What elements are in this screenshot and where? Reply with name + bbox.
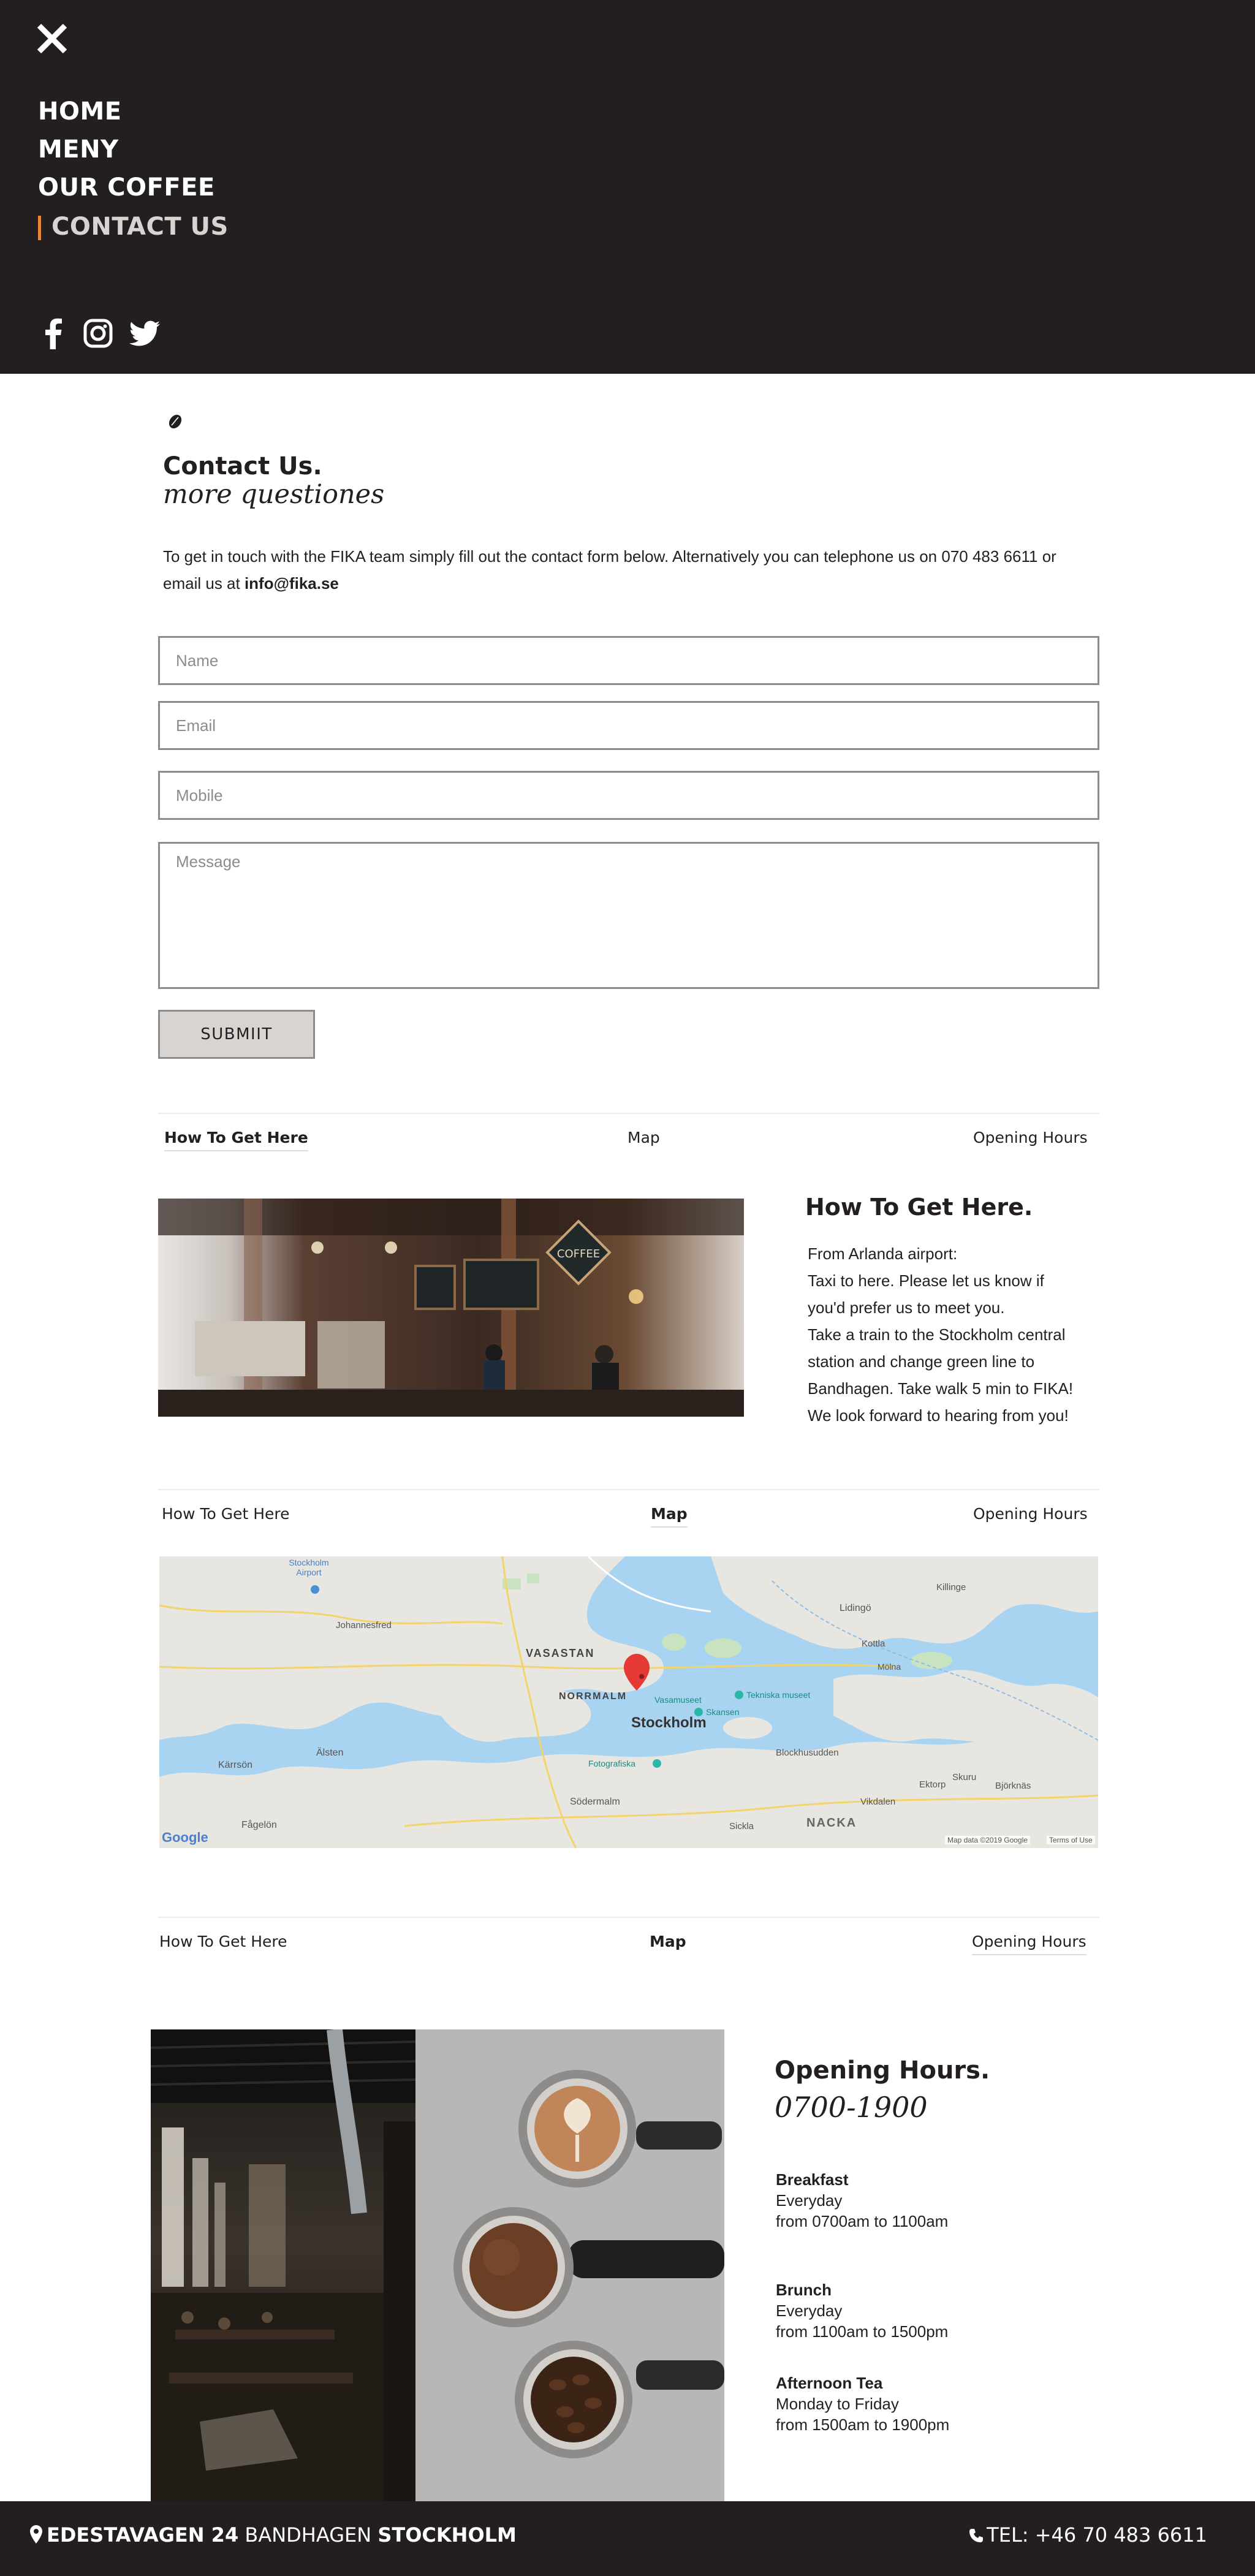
map-label-stockholm: Stockholm xyxy=(631,1714,707,1731)
tab-opening-hours[interactable]: Opening Hours xyxy=(973,1505,1088,1526)
tab-map[interactable]: Map xyxy=(628,1129,660,1150)
footer-area: BANDHAGEN xyxy=(238,2523,378,2547)
location-map[interactable]: Stockholm NORRMALM VASASTAN Stockholm Ai… xyxy=(159,1556,1098,1848)
contact-title: Contact Us. xyxy=(163,452,322,480)
footer-address: EDESTAVAGEN 24 BANDHAGEN STOCKHOLM xyxy=(29,2523,517,2547)
submit-button[interactable]: SUBMIIT xyxy=(158,1010,315,1059)
phone-icon xyxy=(969,2529,984,2542)
map-terms-link[interactable]: Terms of Use xyxy=(1047,1836,1095,1844)
map-label-skansen: Skansen xyxy=(706,1707,740,1717)
map-label-tekniska: Tekniska museet xyxy=(746,1690,811,1700)
tabs-divider xyxy=(158,1113,1099,1114)
cafe-hall-photo xyxy=(151,2029,415,2501)
nav-item-our-coffee[interactable]: OUR COFFEE xyxy=(38,173,215,202)
map-attribution: Map data ©2019 Google xyxy=(945,1836,1030,1844)
cafe-sign-text: COFFEE xyxy=(557,1248,600,1260)
directions-line: Take a train to the Stockholm central xyxy=(808,1325,1066,1344)
tab-how-to-get-here[interactable]: How To Get Here xyxy=(164,1129,308,1151)
footer-phone[interactable]: TEL: +46 70 483 6611 xyxy=(968,2523,1207,2547)
map-label-molna: Mölna xyxy=(878,1662,901,1672)
map-label-norrmalm: NORRMALM xyxy=(559,1691,628,1702)
tab-how-to-get-here[interactable]: How To Get Here xyxy=(162,1505,290,1526)
footer-city: STOCKHOLM xyxy=(377,2523,517,2547)
map-label-skuru: Skuru xyxy=(952,1772,977,1782)
meal-name: Breakfast xyxy=(776,2170,849,2189)
map-label-lidingo: Lidingö xyxy=(840,1603,871,1613)
mobile-field[interactable] xyxy=(158,771,1099,820)
footer-street: EDESTAVAGEN 24 xyxy=(47,2523,239,2547)
map-label-fotografiska: Fotografiska xyxy=(588,1759,636,1768)
meal-hours: from 1100am to 1500pm xyxy=(776,2322,949,2341)
map-label-sodermalm: Södermalm xyxy=(570,1797,620,1807)
facebook-icon[interactable] xyxy=(36,315,72,352)
map-label-karrson: Kärrsön xyxy=(218,1760,253,1770)
tab-opening-hours[interactable]: Opening Hours xyxy=(972,1933,1086,1955)
google-logo: Google xyxy=(162,1830,208,1845)
meal-days: Monday to Friday xyxy=(776,2395,899,2413)
map-label-killinge: Killinge xyxy=(936,1582,966,1593)
map-label-nacka: NACKA xyxy=(806,1816,857,1830)
map-label-vasamuseet: Vasamuseet xyxy=(654,1695,702,1705)
nav-item-contact-us[interactable]: CONTACT US xyxy=(51,212,229,241)
map-pin-icon xyxy=(30,2525,42,2544)
meal-days: Everyday xyxy=(776,2191,843,2210)
contact-subtitle: more questiones xyxy=(163,479,385,510)
meal-hours: from 1500am to 1900pm xyxy=(776,2415,950,2434)
email-field[interactable] xyxy=(158,701,1099,750)
map-label-airport: Stockholm Airport xyxy=(289,1558,329,1577)
directions-line: Taxi to here. Please let us know if xyxy=(808,1271,1044,1290)
tabs-divider xyxy=(158,1489,1099,1490)
meal-days: Everyday xyxy=(776,2301,843,2320)
tab-map[interactable]: Map xyxy=(651,1505,688,1528)
nav-item-meny[interactable]: MENY xyxy=(38,135,119,164)
coffee-portafilter-photo xyxy=(415,2029,724,2501)
footer-phone-text: TEL: +46 70 483 6611 xyxy=(987,2523,1207,2547)
nav-item-home[interactable]: HOME xyxy=(38,97,122,126)
meal-name: Brunch xyxy=(776,2281,832,2299)
tab-opening-hours[interactable]: Opening Hours xyxy=(973,1129,1088,1150)
meal-name: Afternoon Tea xyxy=(776,2374,883,2392)
map-label-johannesfred: Johannesfred xyxy=(336,1620,392,1631)
directions-line: station and change green line to xyxy=(808,1352,1035,1371)
map-label-alsten: Älsten xyxy=(316,1748,344,1758)
directions-line: Bandhagen. Take walk 5 min to FIKA! xyxy=(808,1379,1074,1398)
name-field[interactable] xyxy=(158,636,1099,685)
directions-line: you'd prefer us to meet you. xyxy=(808,1298,1005,1317)
message-field[interactable] xyxy=(158,842,1099,989)
map-label-sickla: Sickla xyxy=(729,1821,754,1832)
map-label-ektorp: Ektorp xyxy=(919,1779,946,1790)
tab-map[interactable]: Map xyxy=(650,1933,686,1954)
contact-intro: To get in touch with the FIKA team simpl… xyxy=(163,543,1092,597)
tabs-divider xyxy=(158,1917,1099,1918)
cafe-interior-photo: COFFEE xyxy=(158,1199,744,1417)
instagram-icon[interactable] xyxy=(80,315,116,352)
map-label-vikdalen: Vikdalen xyxy=(860,1797,896,1807)
directions-line: From Arlanda airport: xyxy=(808,1244,958,1263)
map-label-bjorknas: Björknäs xyxy=(995,1781,1031,1791)
how-to-get-here-title: How To Get Here. xyxy=(805,1194,1033,1221)
coffee-bean-icon xyxy=(167,413,184,430)
twitter-icon[interactable] xyxy=(126,315,163,352)
map-label-blockhusudden: Blockhusudden xyxy=(776,1748,839,1758)
opening-hours-title: Opening Hours. xyxy=(775,2056,990,2085)
opening-hours-time: 0700-1900 xyxy=(775,2091,928,2124)
close-icon[interactable] xyxy=(34,21,70,56)
meal-hours: from 0700am to 1100am xyxy=(776,2212,949,2230)
directions-line: We look forward to hearing from you! xyxy=(808,1406,1069,1425)
map-label-vasastan: VASASTAN xyxy=(526,1647,595,1659)
contact-email-link[interactable]: info@fika.se xyxy=(245,574,339,593)
tab-how-to-get-here[interactable]: How To Get Here xyxy=(159,1933,287,1954)
map-label-kottla: Kottla xyxy=(862,1638,885,1649)
map-label-fagelon: Fågelön xyxy=(241,1820,277,1830)
nav-active-indicator xyxy=(38,216,41,240)
